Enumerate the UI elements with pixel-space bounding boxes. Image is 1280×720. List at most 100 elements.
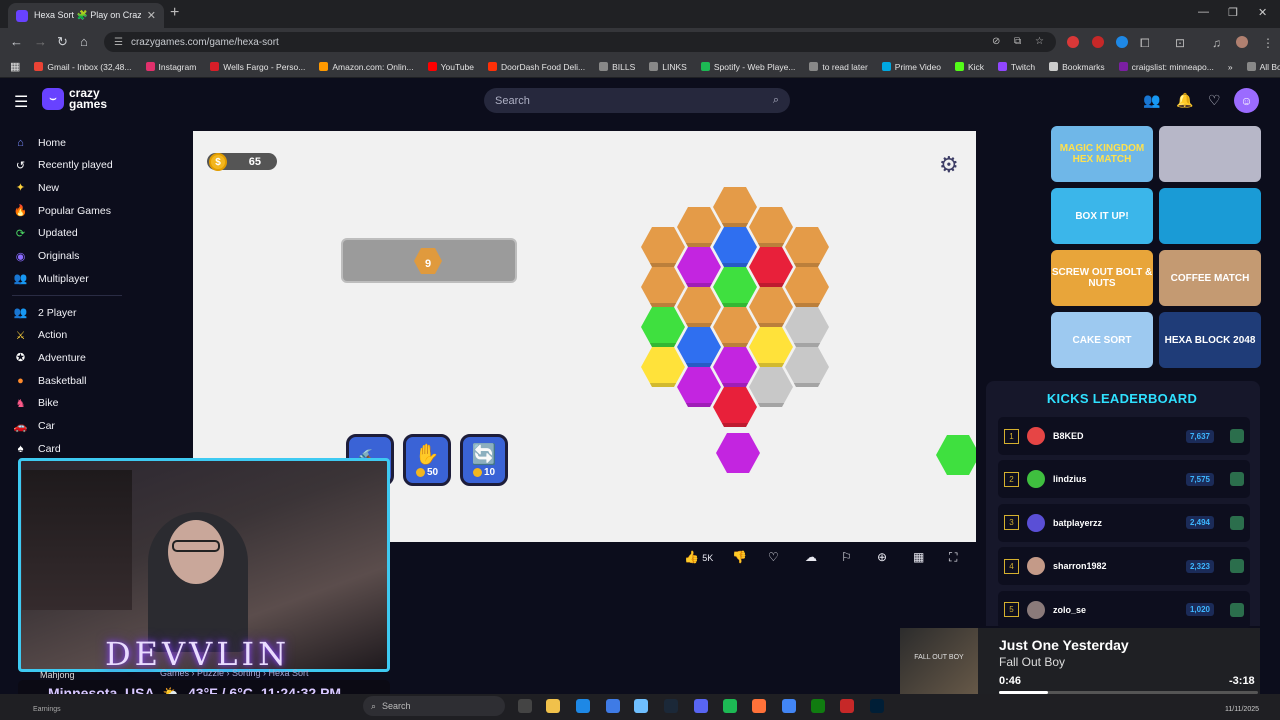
grid-icon[interactable]: ▦ [913, 550, 924, 564]
site-info-icon[interactable]: ☰ [114, 37, 123, 48]
sidebar-item-basketball[interactable]: ● Basketball [14, 374, 86, 387]
address-bar[interactable]: ☰ crazygames.com/game/hexa-sort [104, 32, 1056, 52]
steam-icon[interactable] [664, 699, 678, 713]
close-tab-icon[interactable]: ✕ [147, 9, 156, 22]
eye-off-icon[interactable]: ⊘ [992, 36, 1000, 47]
all-bookmarks-folder[interactable]: All Bookmarks [1246, 62, 1280, 72]
hex-stack-blue[interactable] [677, 327, 721, 367]
back-icon[interactable]: ← [10, 34, 23, 49]
wooden-hex-cell[interactable] [713, 187, 757, 227]
photoshop-icon[interactable] [870, 699, 884, 713]
profile-avatar-icon[interactable] [1236, 36, 1248, 48]
cloud-save-icon[interactable]: ☁ [805, 550, 817, 564]
discord-icon[interactable] [694, 699, 708, 713]
search-input[interactable]: Search ⌕ [484, 88, 790, 113]
extensions-puzzle-icon[interactable]: ⧠ [1140, 36, 1150, 51]
sidebar-item-car[interactable]: 🚗 Car [14, 420, 55, 433]
hex-stack-yellow[interactable] [641, 347, 685, 387]
sidebar-item-action[interactable]: ⚔ Action [14, 329, 68, 342]
sidebar-item-originals[interactable]: ◉ Originals [14, 250, 80, 263]
hex-stack-blue[interactable] [713, 227, 757, 267]
empty-hex-cell[interactable] [785, 307, 829, 347]
crosshair-icon[interactable]: ⊕ [877, 550, 887, 564]
maximize-icon[interactable]: ❐ [1228, 6, 1238, 19]
bookmark-item[interactable]: Amazon.com: Onlin... [319, 62, 414, 72]
bookmark-folder[interactable]: BILLS [599, 62, 635, 72]
notifications-bell-icon[interactable]: 🔔 [1176, 92, 1193, 109]
bookmark-item[interactable]: DoorDash Food Deli... [488, 62, 585, 72]
hex-stack-red[interactable] [713, 387, 757, 427]
reload-icon[interactable]: ↻ [57, 34, 68, 50]
game-thumbnail[interactable]: MAGIC KINGDOM HEX MATCH [1051, 126, 1153, 182]
apps-grid-icon[interactable]: ▦ [10, 60, 20, 73]
sidebar-item-updated[interactable]: ⟳ Updated [14, 227, 78, 240]
more-bookmarks-icon[interactable]: » [1228, 62, 1233, 72]
wooden-hex-cell[interactable] [785, 227, 829, 267]
game-thumbnail[interactable]: CAKE SORT [1051, 312, 1153, 368]
user-avatar[interactable]: ☺ [1234, 88, 1259, 113]
bookmark-item[interactable]: Bookmarks [1049, 62, 1105, 72]
game-thumbnail[interactable]: HEXA BLOCK 2048 [1159, 312, 1261, 368]
hex-stack-red[interactable] [749, 247, 793, 287]
bookmark-folder[interactable]: LINKS [649, 62, 687, 72]
favorites-heart-icon[interactable]: ♡ [1208, 92, 1221, 109]
settings-gear-icon[interactable]: ⚙ [939, 152, 959, 178]
bookmark-star-icon[interactable]: ☆ [1035, 36, 1044, 47]
app-icon[interactable] [634, 699, 648, 713]
bookmark-item[interactable]: Instagram [145, 62, 196, 72]
feedback-icon[interactable]: ⚐ [841, 550, 852, 564]
like-button[interactable]: 👍 5K [684, 550, 713, 564]
install-app-icon[interactable]: ⧉ [1014, 36, 1021, 47]
browser-tab[interactable]: Hexa Sort 🧩 Play on CrazyGames ✕ [8, 3, 164, 28]
taskbar-search[interactable]: ⌕ Search [363, 696, 505, 716]
chrome-icon[interactable] [782, 699, 796, 713]
bookmark-folder[interactable]: to read later [809, 62, 868, 72]
hex-stack-green[interactable] [713, 267, 757, 307]
wooden-hex-cell[interactable] [749, 207, 793, 247]
game-thumbnail[interactable]: SCREW OUT BOLT & NUTS [1051, 250, 1153, 306]
empty-hex-cell[interactable] [749, 367, 793, 407]
menu-icon[interactable]: ☰ [14, 92, 28, 112]
empty-hex-cell[interactable] [785, 347, 829, 387]
dislike-button[interactable]: 👎 [732, 550, 747, 564]
hex-stack-violet[interactable] [713, 347, 757, 387]
media-control-icon[interactable]: ♫ [1212, 36, 1221, 50]
hex-stack-violet[interactable] [677, 247, 721, 287]
bookmark-item[interactable]: Gmail - Inbox (32,48... [34, 62, 132, 72]
forward-icon[interactable]: → [34, 34, 47, 49]
store-icon[interactable] [606, 699, 620, 713]
spotify-icon[interactable] [723, 699, 737, 713]
game-thumbnail[interactable] [1159, 188, 1261, 244]
edge-icon[interactable] [576, 699, 590, 713]
wooden-hex-cell[interactable] [641, 267, 685, 307]
hex-stack-violet[interactable] [677, 367, 721, 407]
app-icon[interactable] [840, 699, 854, 713]
hex-stack-green[interactable] [641, 307, 685, 347]
search-icon[interactable]: ⌕ [773, 94, 779, 107]
bookmark-item[interactable]: YouTube [427, 62, 474, 72]
hex-stack-piece[interactable] [936, 435, 976, 475]
sidebar-item-new[interactable]: ✦ New [14, 181, 59, 195]
extension-icon[interactable] [1092, 36, 1104, 48]
sidebar-item-recently-played[interactable]: ↺ Recently played [14, 159, 113, 172]
task-view-icon[interactable] [518, 699, 532, 713]
wooden-hex-cell[interactable] [641, 227, 685, 267]
fullscreen-icon[interactable]: ⛶ [949, 550, 957, 565]
hex-stack-piece[interactable] [716, 433, 760, 473]
extension-icon[interactable] [1067, 36, 1079, 48]
sidebar-item-card[interactable]: ♠ Card [14, 442, 61, 455]
game-thumbnail[interactable] [1159, 126, 1261, 182]
bookmark-item[interactable]: craigslist: minneapo... [1118, 62, 1214, 72]
bookmark-item[interactable]: Twitch [998, 62, 1035, 72]
wooden-hex-cell[interactable] [677, 207, 721, 247]
sidebar-item-multiplayer[interactable]: 👥 Multiplayer [14, 272, 89, 286]
sidebar-item-popular-games[interactable]: 🔥 Popular Games [14, 204, 111, 218]
extension-icon[interactable] [1116, 36, 1128, 48]
favorite-heart-icon[interactable]: ♡ [768, 550, 779, 564]
bookmark-item[interactable]: Wells Fargo - Perso... [210, 62, 305, 72]
wooden-hex-cell[interactable] [677, 287, 721, 327]
shuffle-booster[interactable]: 🔄 10 [460, 434, 508, 486]
browser-menu-icon[interactable]: ⋮ [1262, 36, 1274, 50]
game-thumbnail[interactable]: COFFEE MATCH [1159, 250, 1261, 306]
friends-icon[interactable]: 👥 [1143, 92, 1160, 109]
